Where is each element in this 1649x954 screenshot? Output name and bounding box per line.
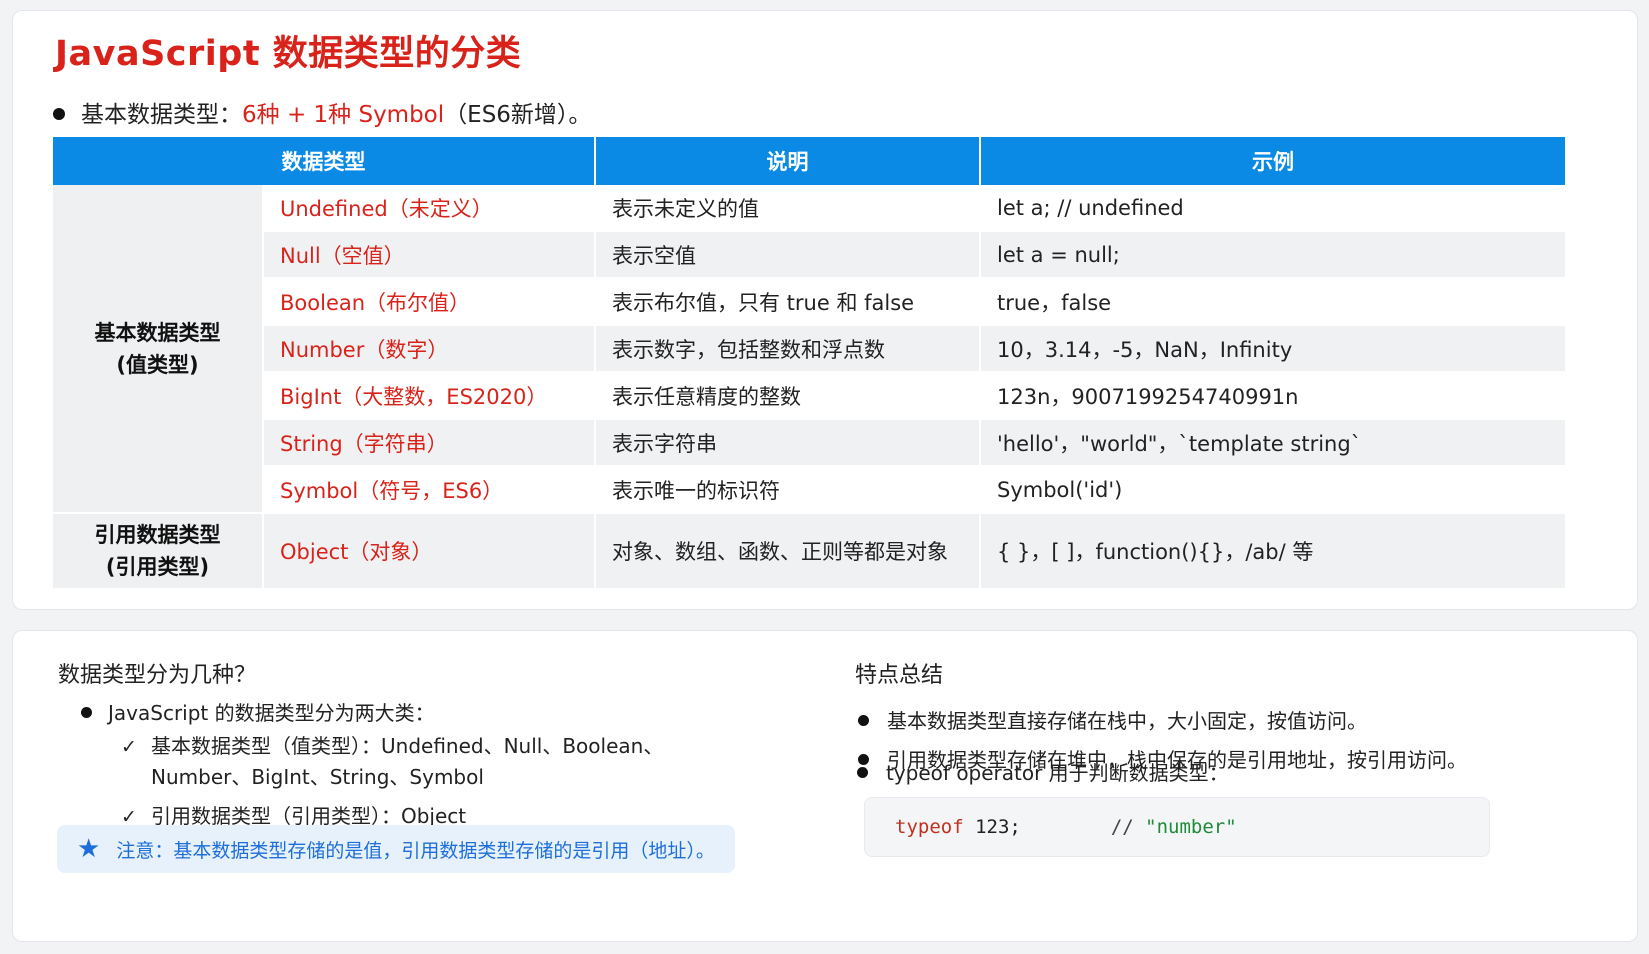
table-row: 基本数据类型 (值类型) Undefined（未定义） 表示未定义的值 let … (53, 185, 1565, 514)
table-row: Null（空值） 表示空值 let a = null; (53, 231, 1565, 279)
header-desc: 说明 (595, 137, 981, 185)
bullet-dot-icon (858, 754, 869, 765)
table-header-row: 数据类型 说明 示例 (53, 137, 1565, 185)
desc-cell: 表示字符串 (595, 419, 981, 467)
type-cell: Null（空值） (263, 231, 596, 279)
example-cell: let a; // undefined (980, 185, 1565, 232)
type-cell: Number（数字） (263, 325, 596, 373)
desc-cell: 表示任意精度的整数 (595, 372, 981, 420)
star-icon: ★ (77, 834, 101, 864)
bullet-dot-icon (81, 707, 92, 718)
reference-group-label: 引用数据类型 (引用类型) (53, 513, 264, 590)
page-title: JavaScript 数据类型的分类 (55, 34, 522, 74)
header-example: 示例 (980, 137, 1565, 185)
example-cell: 10，3.14，-5，NaN，Infinity (980, 325, 1565, 373)
header-type: 数据类型 (53, 137, 596, 185)
example-cell: 123n，9007199254740991n (980, 372, 1565, 420)
table-row: BigInt（大整数，ES2020） 表示任意精度的整数 123n，900719… (53, 372, 1565, 420)
type-cell: String（字符串） (263, 419, 596, 467)
type-cell: Boolean（布尔值） (263, 278, 596, 326)
type-cell: Symbol（符号，ES6） (263, 466, 596, 514)
type-table-card: JavaScript 数据类型的分类 基本数据类型：6种 + 1种 Symbol… (12, 10, 1638, 610)
type-cell: Object（对象） (263, 513, 596, 590)
data-type-table: 数据类型 说明 示例 基本数据类型 (值类型) Undefined（未定义） 表… (53, 137, 1565, 590)
bullet-dot-icon (53, 107, 65, 120)
type-cell: Undefined（未定义） (263, 185, 596, 232)
question-title: 数据类型分为几种？ (58, 663, 257, 688)
note-box: ★ 注意：基本数据类型存储的是值，引用数据类型存储的是引用（地址）。 (57, 825, 735, 873)
desc-cell: 表示未定义的值 (595, 185, 981, 232)
table-row: String（字符串） 表示字符串 'hello'，"world"，`templ… (53, 419, 1565, 467)
desc-cell: 表示数字，包括整数和浮点数 (595, 325, 981, 373)
intro-line: 基本数据类型：6种 + 1种 Symbol（ES6新增）。 (53, 95, 591, 129)
type-cell: BigInt（大整数，ES2020） (263, 372, 596, 420)
desc-cell: 表示唯一的标识符 (595, 466, 981, 514)
intro-prefix: 基本数据类型： (81, 102, 242, 128)
feature-item: 引用数据类型存储在堆中，栈中保存的是引用地址，按引用访问。 (858, 744, 1467, 773)
example-cell: 'hello'，"world"，`template string` (980, 419, 1565, 467)
example-cell: true，false (980, 278, 1565, 326)
intro-suffix: （ES6新增）。 (444, 102, 592, 128)
features-title: 特点总结 (855, 663, 944, 688)
primitive-group-label: 基本数据类型 (值类型) (53, 185, 264, 514)
intro-highlight: 6种 + 1种 Symbol (242, 102, 445, 128)
bullet-dot-icon (858, 715, 869, 726)
desc-cell: 表示空值 (595, 231, 981, 279)
example-cell: let a = null; (980, 231, 1565, 279)
category-line: JavaScript 的数据类型分为两大类： (81, 697, 435, 726)
table-row: 引用数据类型 (引用类型) Object（对象） 对象、数组、函数、正则等都是对… (53, 513, 1565, 590)
table-row: Boolean（布尔值） 表示布尔值，只有 true 和 false true，… (53, 278, 1565, 326)
example-cell: { }，[ ]，function(){}，/ab/ 等 (980, 513, 1565, 590)
table-row: Number（数字） 表示数字，包括整数和浮点数 10，3.14，-5，NaN，… (53, 325, 1565, 373)
example-cell: Symbol('id') (980, 466, 1565, 514)
check-icon: ✓ (121, 736, 137, 758)
desc-cell: 表示布尔值，只有 true 和 false (595, 278, 981, 326)
desc-cell: 对象、数组、函数、正则等都是对象 (595, 513, 981, 590)
table-row: Symbol（符号，ES6） 表示唯一的标识符 Symbol('id') (53, 466, 1565, 514)
summary-card: 数据类型分为几种？ JavaScript 的数据类型分为两大类： ✓ 基本数据类型… (12, 630, 1638, 942)
feature-item: 基本数据类型直接存储在栈中，大小固定，按值访问。 (858, 705, 1367, 734)
check-item: ✓ 基本数据类型（值类型）：Undefined、Null、Boolean、 Numb… (121, 734, 664, 789)
note-text: 注意：基本数据类型存储的是值，引用数据类型存储的是引用（地址）。 (116, 839, 715, 862)
